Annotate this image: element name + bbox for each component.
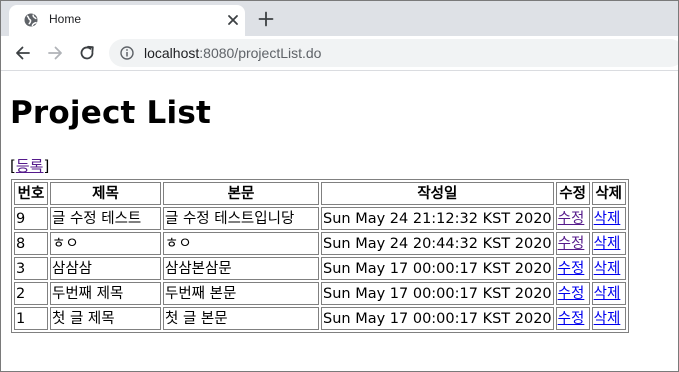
table-row: 1 첫 글 제목 첫 글 본문 Sun May 17 00:00:17 KST …: [14, 307, 626, 330]
project-table: 번호 제목 본문 작성일 수정 삭제 9 글 수정 테스트 글 수정 테스트입니…: [11, 179, 629, 333]
close-icon[interactable]: [226, 13, 240, 27]
cell-delete: 삭제: [591, 257, 626, 280]
cell-no: 2: [14, 282, 48, 305]
cell-title: 글 수정 테스트: [50, 207, 161, 230]
browser-window: Home localhost:8080/projectList.do Proje…: [0, 0, 679, 372]
col-header-delete: 삭제: [591, 182, 626, 205]
delete-link[interactable]: 삭제: [594, 311, 621, 327]
info-icon[interactable]: [120, 46, 134, 60]
edit-link[interactable]: 수정: [558, 311, 585, 327]
table-header-row: 번호 제목 본문 작성일 수정 삭제: [14, 182, 626, 205]
plus-icon[interactable]: [257, 10, 275, 28]
cell-delete: 삭제: [591, 207, 626, 230]
cell-edit: 수정: [555, 207, 590, 230]
cell-body: 글 수정 테스트입니당: [163, 207, 319, 230]
cell-date: Sun May 24 20:44:32 KST 2020: [321, 232, 554, 255]
register-link[interactable]: 등록: [16, 157, 44, 175]
cell-date: Sun May 17 00:00:17 KST 2020: [321, 282, 554, 305]
cell-title: 삼삼삼: [50, 257, 161, 280]
delete-link[interactable]: 삭제: [594, 286, 621, 302]
url-path: :8080/projectList.do: [199, 45, 322, 61]
address-bar[interactable]: localhost:8080/projectList.do: [109, 39, 678, 67]
page-content: Project List [등록] 번호 제목 본문 작성일 수정 삭제 9 글…: [10, 73, 670, 363]
cell-no: 8: [14, 232, 48, 255]
globe-icon: [24, 13, 38, 27]
reload-icon[interactable]: [78, 44, 96, 62]
col-header-date: 작성일: [321, 182, 554, 205]
delete-link[interactable]: 삭제: [594, 236, 621, 252]
cell-delete: 삭제: [591, 307, 626, 330]
cell-delete: 삭제: [591, 232, 626, 255]
table-row: 3 삼삼삼 삼삼본삼문 Sun May 17 00:00:17 KST 2020…: [14, 257, 626, 280]
cell-body: 첫 글 본문: [163, 307, 319, 330]
cell-body: ㅎㅇ: [163, 232, 319, 255]
col-header-edit: 수정: [555, 182, 590, 205]
cell-date: Sun May 24 21:12:32 KST 2020: [321, 207, 554, 230]
arrow-left-icon[interactable]: [14, 44, 32, 62]
col-header-body: 본문: [163, 182, 319, 205]
tab-home[interactable]: Home: [9, 5, 245, 36]
cell-delete: 삭제: [591, 282, 626, 305]
edit-link[interactable]: 수정: [558, 236, 585, 252]
cell-title: 두번째 제목: [50, 282, 161, 305]
tab-strip: Home: [1, 1, 678, 36]
cell-title: ㅎㅇ: [50, 232, 161, 255]
cell-edit: 수정: [555, 282, 590, 305]
delete-link[interactable]: 삭제: [594, 261, 621, 277]
bracket-close: ]: [43, 157, 50, 175]
col-header-no: 번호: [14, 182, 48, 205]
page-title: Project List: [10, 95, 211, 131]
col-header-title: 제목: [50, 182, 161, 205]
arrow-right-icon[interactable]: [46, 44, 64, 62]
table-row: 8 ㅎㅇ ㅎㅇ Sun May 24 20:44:32 KST 2020 수정 …: [14, 232, 626, 255]
cell-no: 3: [14, 257, 48, 280]
tab-title: Home: [49, 12, 82, 26]
edit-link[interactable]: 수정: [558, 286, 585, 302]
cell-date: Sun May 17 00:00:17 KST 2020: [321, 307, 554, 330]
url-text[interactable]: localhost:8080/projectList.do: [144, 45, 321, 61]
cell-no: 9: [14, 207, 48, 230]
cell-date: Sun May 17 00:00:17 KST 2020: [321, 257, 554, 280]
cell-edit: 수정: [555, 307, 590, 330]
table-row: 2 두번째 제목 두번째 본문 Sun May 17 00:00:17 KST …: [14, 282, 626, 305]
cell-title: 첫 글 제목: [50, 307, 161, 330]
register-line: [등록]: [10, 157, 49, 175]
cell-edit: 수정: [555, 232, 590, 255]
edit-link[interactable]: 수정: [558, 261, 585, 277]
cell-body: 삼삼본삼문: [163, 257, 319, 280]
url-host: localhost: [144, 45, 200, 61]
cell-body: 두번째 본문: [163, 282, 319, 305]
cell-edit: 수정: [555, 257, 590, 280]
table-row: 9 글 수정 테스트 글 수정 테스트입니당 Sun May 24 21:12:…: [14, 207, 626, 230]
edit-link[interactable]: 수정: [558, 211, 585, 227]
cell-no: 1: [14, 307, 48, 330]
delete-link[interactable]: 삭제: [594, 211, 621, 227]
